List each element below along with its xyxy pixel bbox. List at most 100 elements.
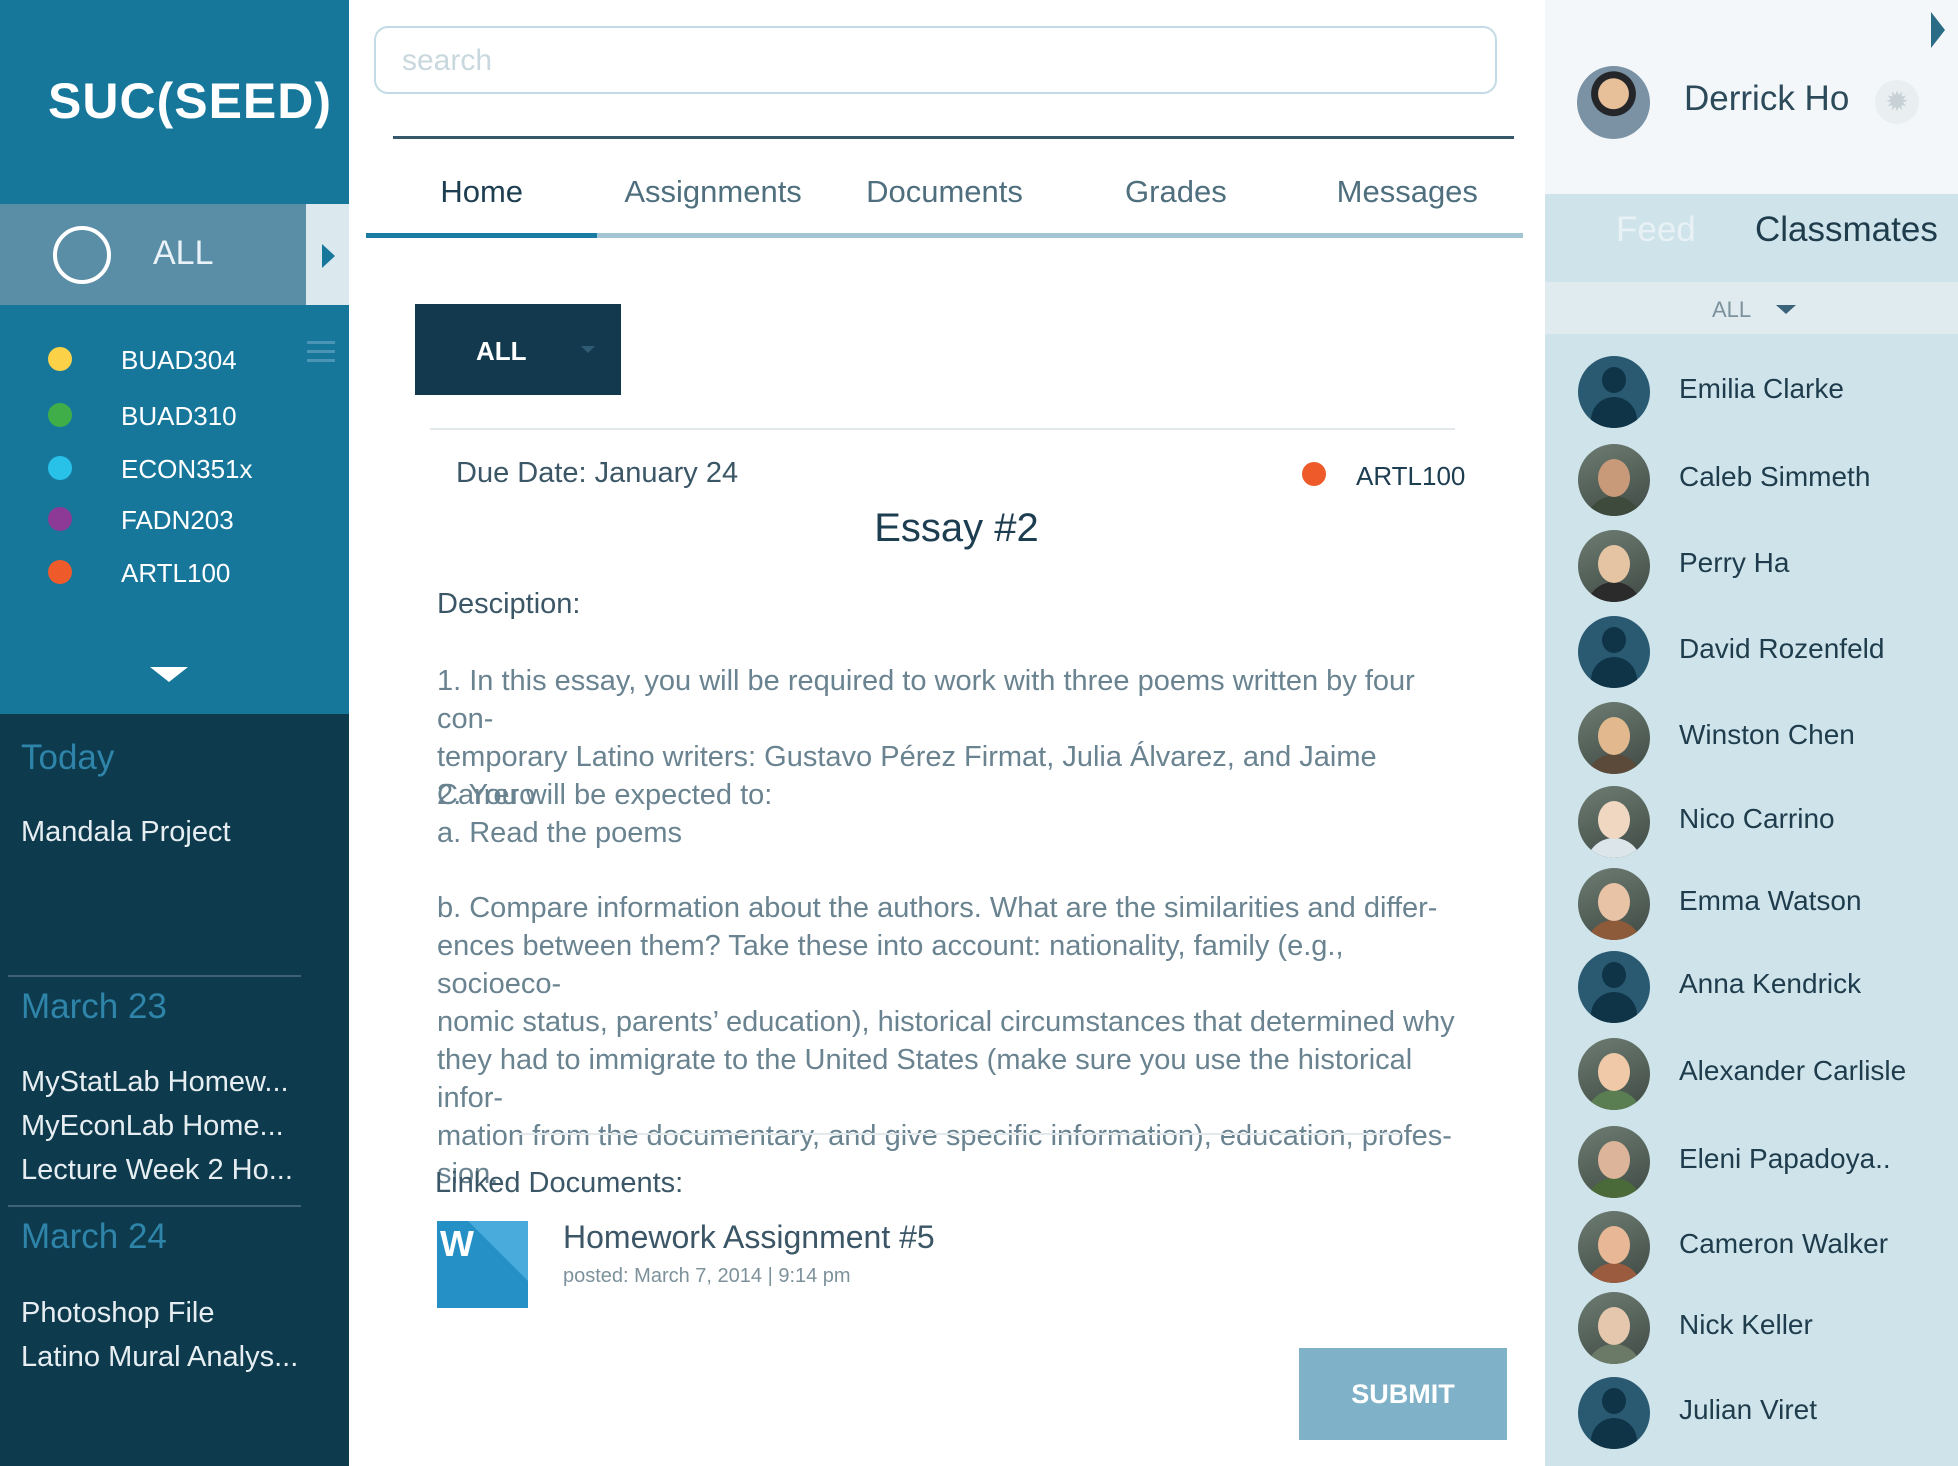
right-tabs: Feed Classmates — [1545, 194, 1958, 280]
course-color-dot — [48, 347, 72, 371]
course-label: BUAD310 — [121, 401, 237, 431]
divider — [393, 136, 1514, 139]
classmate-name: Anna Kendrick — [1679, 968, 1862, 999]
classmate-name: Emilia Clarke — [1679, 373, 1844, 404]
schedule-date-heading: March 23 — [21, 987, 167, 1026]
default-avatar-icon — [1578, 1377, 1650, 1449]
classmate-item[interactable]: Alexander Carlisle — [1545, 1038, 1958, 1110]
classmate-item[interactable]: Emma Watson — [1545, 868, 1958, 940]
classmate-item[interactable]: David Rozenfeld — [1545, 616, 1958, 688]
classmate-item[interactable]: Cameron Walker — [1545, 1211, 1958, 1283]
word-document-icon[interactable]: W — [437, 1221, 528, 1308]
classmate-name: Alexander Carlisle — [1679, 1055, 1907, 1086]
course-item[interactable]: ECON351x — [0, 448, 349, 488]
tab-home[interactable]: Home — [366, 170, 598, 238]
course-filter-all-label: ALL — [153, 234, 214, 272]
caret-down-icon — [581, 346, 595, 353]
document-fold — [468, 1221, 528, 1281]
classmate-name: Winston Chen — [1679, 719, 1855, 750]
chevron-down-icon[interactable] — [150, 667, 188, 682]
classmate-item[interactable]: Anna Kendrick — [1545, 951, 1958, 1023]
schedule-date-heading: Today — [21, 738, 115, 777]
default-avatar-icon — [1578, 356, 1650, 428]
classmate-item[interactable]: Nick Keller — [1545, 1292, 1958, 1364]
classmate-name: Cameron Walker — [1679, 1228, 1889, 1259]
tab-underline — [597, 233, 829, 238]
avatar — [1578, 868, 1650, 940]
tab-underline — [1060, 233, 1292, 238]
tab-feed[interactable]: Feed — [1616, 210, 1696, 250]
caret-down-icon — [1776, 305, 1796, 314]
classmate-item[interactable]: Julian Viret — [1545, 1377, 1958, 1449]
divider — [517, 1133, 1401, 1135]
course-item[interactable]: BUAD304 — [0, 339, 349, 379]
divider — [8, 975, 301, 977]
schedule-item[interactable]: MyEconLab Home... — [21, 1110, 284, 1143]
course-color-dot — [48, 456, 72, 480]
course-label: BUAD304 — [121, 345, 237, 375]
classmate-item[interactable]: Caleb Simmeth — [1545, 444, 1958, 516]
tab-messages[interactable]: Messages — [1291, 170, 1523, 238]
divider — [430, 428, 1455, 430]
tab-assignments[interactable]: Assignments — [597, 170, 829, 238]
linked-documents-label: Linked Documents: — [435, 1167, 684, 1199]
classmate-item[interactable]: Winston Chen — [1545, 702, 1958, 774]
divider — [8, 1205, 301, 1207]
assignment-filter-dropdown[interactable]: ALL — [415, 304, 621, 395]
schedule-item[interactable]: Lecture Week 2 Ho... — [21, 1154, 293, 1187]
classmate-item[interactable]: Perry Ha — [1545, 530, 1958, 602]
linked-document-title[interactable]: Homework Assignment #5 — [563, 1219, 935, 1256]
classmate-name: Nick Keller — [1679, 1309, 1813, 1340]
schedule-item[interactable]: Latino Mural Analys... — [21, 1341, 298, 1374]
submit-button[interactable]: SUBMIT — [1299, 1348, 1507, 1440]
avatar — [1578, 444, 1650, 516]
avatar — [1578, 530, 1650, 602]
classmate-name: Perry Ha — [1679, 547, 1790, 578]
tab-label: Assignments — [624, 174, 802, 209]
tab-underline — [1291, 233, 1523, 238]
classmate-filter-dropdown[interactable]: ALL — [1545, 282, 1958, 334]
due-date: Due Date: January 24 — [456, 457, 739, 489]
tab-label: Home — [440, 174, 524, 209]
linked-document-meta: posted: March 7, 2014 | 9:14 pm — [563, 1265, 851, 1287]
avatar — [1578, 1211, 1650, 1283]
tab-label: Documents — [866, 174, 1023, 209]
avatar[interactable] — [1577, 66, 1650, 139]
tab-label: Messages — [1336, 174, 1478, 209]
description-label: Desciption: — [437, 588, 581, 620]
profile-name[interactable]: Derrick Ho — [1684, 79, 1849, 119]
classmate-filter-label: ALL — [1712, 297, 1752, 322]
description-paragraph: 2. You will be expected to: a. Read the … — [437, 779, 773, 849]
classmate-item[interactable]: Nico Carrino — [1545, 786, 1958, 858]
search-input[interactable] — [402, 40, 1462, 82]
avatar — [1578, 1126, 1650, 1198]
gear-icon[interactable]: ✹ — [1875, 80, 1919, 124]
schedule-item[interactable]: Mandala Project — [21, 816, 231, 849]
classmate-name: Nico Carrino — [1679, 803, 1835, 834]
right-panel: Derrick Ho ✹ Feed Classmates ALL Emilia … — [1545, 0, 1958, 1466]
classmate-item[interactable]: Emilia Clarke — [1545, 356, 1958, 428]
brand-area: SUC(SEED) — [0, 0, 349, 204]
schedule-item[interactable]: MyStatLab Homew... — [21, 1066, 289, 1099]
avatar — [1578, 1038, 1650, 1110]
course-item[interactable]: BUAD310 — [0, 395, 349, 435]
course-tag[interactable]: ARTL100 — [1356, 461, 1465, 492]
avatar — [1578, 702, 1650, 774]
word-letter: W — [440, 1223, 474, 1264]
classmate-name: Emma Watson — [1679, 885, 1862, 916]
collapse-panel-icon[interactable] — [1931, 12, 1945, 48]
avatar — [1578, 786, 1650, 858]
search-box[interactable] — [374, 26, 1497, 94]
left-sidebar: SUC(SEED) ALL BUAD304 BUAD310 ECON351x FADN… — [0, 0, 349, 1466]
classmate-item[interactable]: Eleni Papadoya.. — [1545, 1126, 1958, 1198]
course-item[interactable]: ARTL100 — [0, 552, 349, 592]
course-filter-all[interactable]: ALL — [0, 204, 306, 305]
schedule-item[interactable]: Photoshop File — [21, 1297, 214, 1330]
course-color-dot — [48, 560, 72, 584]
course-label: ECON351x — [121, 454, 253, 484]
tab-classmates[interactable]: Classmates — [1755, 210, 1938, 250]
expand-sidebar-button[interactable] — [306, 204, 349, 305]
tab-documents[interactable]: Documents — [828, 170, 1061, 238]
schedule-date-heading: March 24 — [21, 1217, 167, 1256]
tab-grades[interactable]: Grades — [1060, 170, 1292, 238]
